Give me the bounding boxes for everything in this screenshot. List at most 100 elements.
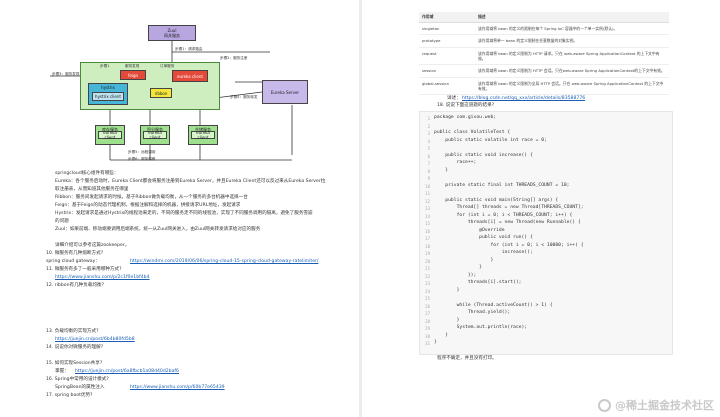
code-line-number: 20 bbox=[425, 258, 430, 264]
left-page: Zuul 网关服务 步骤1：请求路由 步骤2：服务注册 步骤3：服务发现 步骤4… bbox=[0, 0, 359, 417]
table-cell-scope: global-session bbox=[419, 77, 475, 96]
code-line-number: 19 bbox=[425, 251, 430, 256]
list-line-7: 15. 如何实现Session共享? bbox=[46, 361, 103, 366]
inner-label-2: 服务发现 bbox=[125, 64, 140, 68]
bean-scope-table: 作用域 描述 singleton 该作用域将 bean 的定义的限制在每个 Spr… bbox=[419, 12, 669, 96]
list-line-5: 13. 负载均衡的实现方式? bbox=[46, 329, 99, 334]
table-row: session 该作用域将 bean 的定义限制为 HTTP 会话。只在web-a… bbox=[419, 64, 669, 78]
code-line-number: 16 bbox=[425, 228, 430, 234]
code-line-number: 28 bbox=[425, 318, 430, 324]
code-line-number: 12 bbox=[425, 198, 430, 204]
details-link[interactable]: https://blog.csdn.net/qq_xxx/article/det… bbox=[462, 96, 585, 102]
code-block: 1 package com.givou.web; 2 3 public class Vo… bbox=[419, 111, 673, 355]
code-line-number: 27 bbox=[425, 311, 430, 316]
inner-label-1: 步骤1 bbox=[100, 64, 110, 68]
list-line-8: 掌握： bbox=[55, 369, 69, 374]
list-line-2: spring cloud gateway： bbox=[46, 259, 100, 264]
table-row: singleton 该作用域将 bean 的定义的限制在每个 Spring IoC… bbox=[419, 22, 669, 36]
code-line: }); bbox=[434, 272, 477, 278]
list-line-3: 11. 微服务有多了一般采用哪种方式? bbox=[46, 267, 122, 272]
code-line: package com.givou.web; bbox=[434, 115, 497, 120]
link-0[interactable]: https://windmi.com/2019/06/06/spring-clo… bbox=[130, 259, 318, 265]
juejin-logo-icon bbox=[598, 398, 611, 412]
answer-text: 程序不确定，并且没有打印。 bbox=[437, 356, 497, 361]
code-line: while (Thread.activeCount() > 1) { bbox=[434, 302, 553, 308]
text-line-5: Hystrix：发起请求是通过Hystrix的线程池来走的，不同的服务走不同的线… bbox=[55, 211, 313, 216]
code-line-number: 26 bbox=[425, 303, 430, 309]
question-18: 18. 说说下面这道题的结果? bbox=[437, 103, 495, 108]
link-4[interactable]: https://www.jianshu.com/p/60b77e65439 bbox=[130, 385, 225, 391]
code-line-number: 3 bbox=[427, 131, 430, 136]
table-header-desc: 描述 bbox=[475, 12, 669, 23]
code-line: threads[i] = new Thread(new Runnable() { bbox=[434, 220, 581, 225]
code-line: @Override bbox=[434, 227, 505, 233]
code-line: Thread[] threads = new Thread[THREADS_CO… bbox=[434, 205, 584, 210]
code-line: System.out.println(race); bbox=[434, 325, 528, 330]
code-line-number: 13 bbox=[425, 206, 430, 211]
code-line-number: 1 bbox=[427, 116, 430, 121]
code-line: public static volatile int race = 0; bbox=[434, 137, 547, 143]
service-client-1: eureka client bbox=[98, 130, 122, 140]
table-cell-desc: 该作用域将 bean 的定义的限制在每个 Spring IoC 容器中的一个单一… bbox=[475, 22, 669, 36]
code-line: } bbox=[434, 332, 449, 338]
list-line-10: SpringBean的属性注入 bbox=[55, 385, 105, 390]
table-cell-scope: prototype bbox=[419, 34, 475, 48]
code-line-number: 6 bbox=[427, 153, 430, 159]
code-line: race++; bbox=[434, 160, 477, 165]
code-line-number: 21 bbox=[425, 266, 430, 271]
bottom-label-1: 步骤5：远程调用 bbox=[128, 150, 156, 154]
code-line-number: 30 bbox=[425, 333, 430, 339]
code-line-number: 25 bbox=[425, 296, 430, 301]
table-header-scope: 作用域 bbox=[419, 12, 475, 23]
zuul-box: Zuul 网关服务 bbox=[148, 25, 196, 41]
code-line-number: 4 bbox=[427, 138, 430, 144]
code-line-number: 11 bbox=[425, 191, 430, 196]
code-line: private static final int THREADS_COUNT =… bbox=[434, 182, 570, 188]
code-line-number: 24 bbox=[425, 288, 430, 294]
link-2[interactable]: https://juejin.cn/post/6b4b80fd5b8 bbox=[55, 337, 135, 343]
inner-label-3: 订单服务 bbox=[160, 64, 175, 68]
text-line-4: Feign：基于Feign的动态代理机制，根据注解和选择的机器，拼接请求URL地… bbox=[55, 203, 241, 208]
code-line: } bbox=[434, 317, 460, 323]
text-line-7: Zuul：如果前端、移动端要调用后端系统，统一从Zuul网关进入，由Zuul网关… bbox=[55, 227, 261, 232]
code-line-number: 15 bbox=[425, 221, 430, 226]
feign-box: feign bbox=[120, 70, 146, 80]
code-line: Thread.yield(); bbox=[434, 310, 511, 315]
list-line-9: 16. Spring中常用的设计模式? bbox=[46, 377, 109, 382]
step1-label: 步骤1：请求路由 bbox=[175, 47, 203, 51]
list-line-4: 12. ribbon有几种负载均衡? bbox=[46, 283, 105, 288]
service-client-3: eureka client bbox=[191, 130, 215, 140]
step3-label: 步骤3：服务发现 bbox=[52, 72, 80, 76]
code-line: } bbox=[434, 340, 437, 345]
list-line-1: 10. 微服务有几种熔断方式? bbox=[46, 251, 104, 256]
code-line-number: 31 bbox=[425, 341, 430, 346]
watermark: @稀土掘金技术社区 bbox=[598, 397, 714, 413]
step2-label: 步骤2：服务注册 bbox=[220, 56, 248, 60]
table-row: prototype 该作用域将单一 bean 的定义限制在任意数量的对象实例。 bbox=[419, 34, 669, 48]
code-line: for (int i = 0; i < THREADS_COUNT; i++) … bbox=[434, 212, 573, 218]
hystrix-client-box: hystrix client bbox=[92, 92, 124, 101]
bottom-label-2: 步骤6：服务熔断 bbox=[128, 157, 156, 161]
table-cell-desc: 该作用域将单一 bean 的定义限制在任意数量的对象实例。 bbox=[475, 34, 669, 48]
link-3[interactable]: https://juejin.cn/post/6a8fbcb1a08d40d2b… bbox=[75, 369, 179, 375]
code-line: } bbox=[434, 287, 460, 293]
table-cell-scope: session bbox=[419, 64, 475, 78]
code-line-number: 8 bbox=[427, 168, 430, 174]
code-line-number: 5 bbox=[427, 146, 430, 151]
code-line-number: 10 bbox=[425, 183, 430, 189]
step4-label: 步骤4：服务转发 bbox=[230, 95, 258, 99]
text-line-3: Ribbon：服务间发起请求的时候，基于Ribbon做负载均衡，从一个服务的多台… bbox=[55, 195, 248, 200]
list-line-0: 详细介绍可以参考这篇zookeeper。 bbox=[55, 243, 130, 248]
table-cell-desc: 该作用域将 bean 的定义限制为 HTTP 会话。只在web-aware Sp… bbox=[475, 64, 669, 78]
link-1[interactable]: https://www.jianshu.com/p/2c1f0e1bf4b4 bbox=[55, 275, 150, 281]
list-line-6: 14. 说说你对微服务的理解? bbox=[46, 345, 104, 350]
table-header-row: 作用域 描述 bbox=[419, 12, 669, 23]
code-line: public class VolatileTest { bbox=[434, 130, 511, 135]
table-cell-scope: singleton bbox=[419, 22, 475, 36]
code-line: increase(); bbox=[434, 250, 533, 255]
list-line-11: 17. spring boot优势? bbox=[46, 393, 93, 398]
text-line-0: springcloud核心组件有哪些： bbox=[55, 171, 119, 176]
service-client-2: eureka client bbox=[143, 130, 167, 140]
eureka-server-box: Eureka Server bbox=[262, 80, 308, 104]
code-line-number: 17 bbox=[425, 236, 430, 241]
